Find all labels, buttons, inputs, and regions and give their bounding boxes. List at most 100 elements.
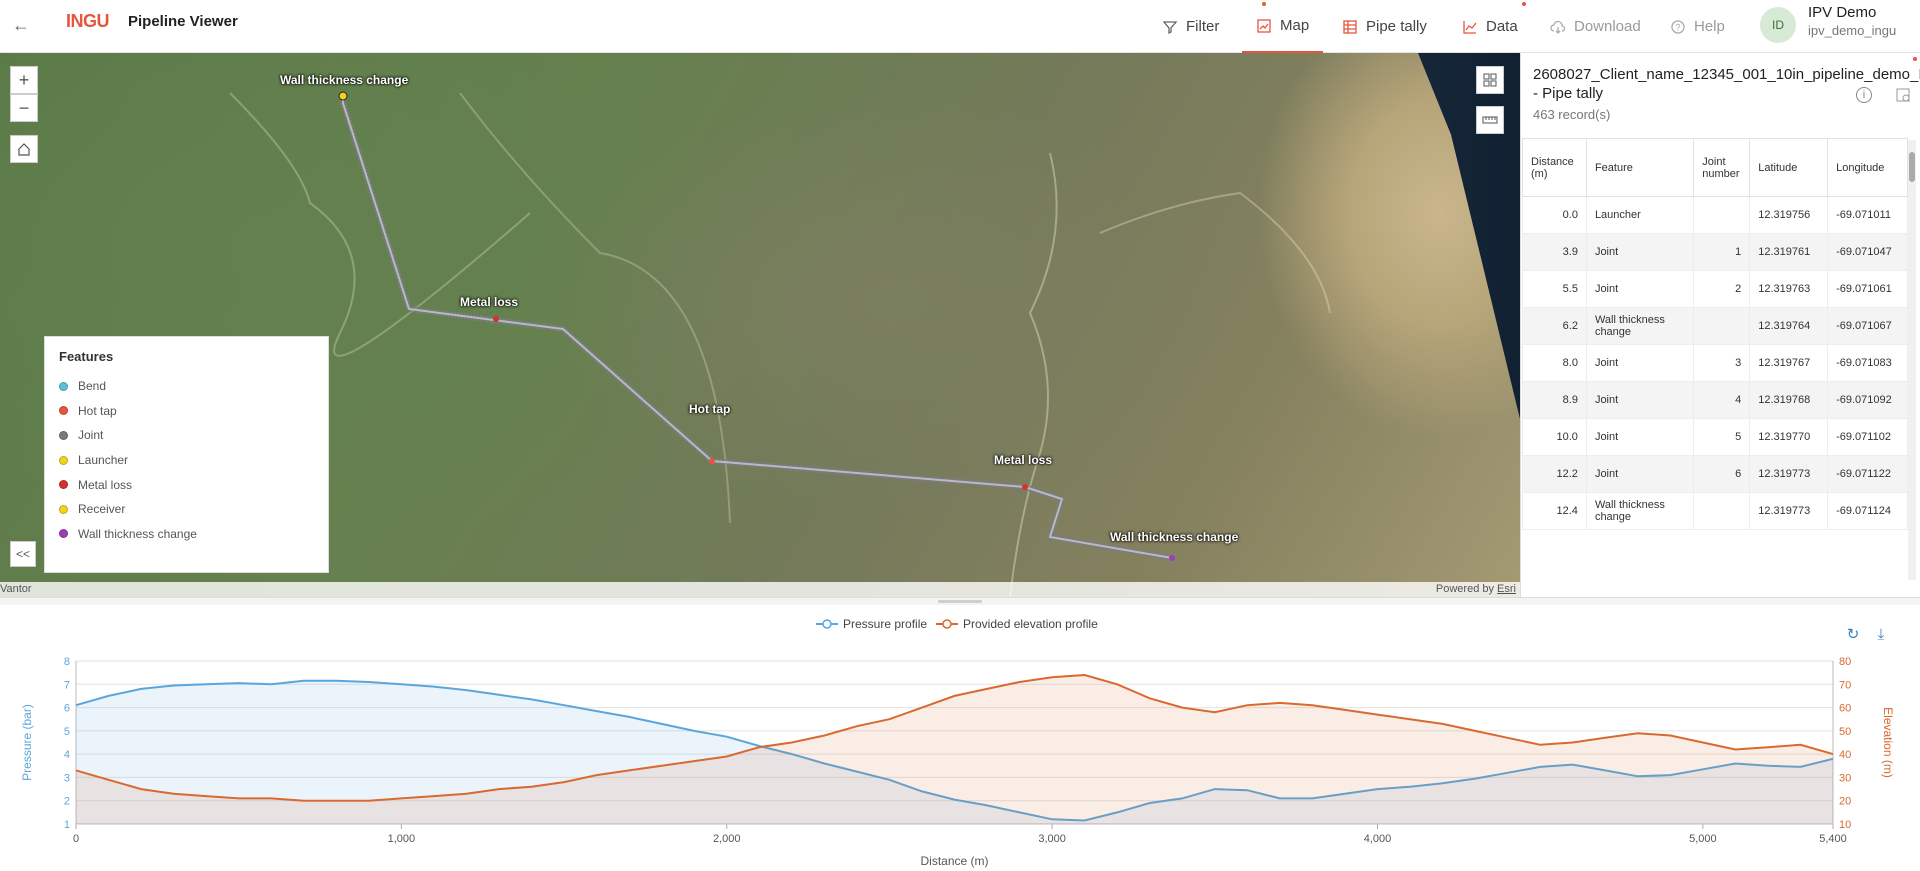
receiver-swatch [59, 504, 68, 514]
x-tick: 2,000 [713, 833, 741, 845]
nav-map[interactable]: Map [1242, 0, 1324, 53]
cell-feature: Joint [1585, 418, 1695, 456]
metal-loss-swatch [59, 480, 68, 490]
pipe-tally-table: Distance (m) Feature Joint number Latitu… [1522, 138, 1908, 530]
map-label-wall-thickness-start: Wall thickness change [280, 73, 409, 87]
cell-distance: 12.4 [1522, 492, 1587, 530]
profile-chart: 1 2 3 4 5 6 7 8 10 20 30 40 50 60 70 80 0 1,000 2,000 3,000… [20, 656, 1895, 868]
cell-distance: 8.0 [1522, 344, 1587, 382]
user-name[interactable]: IPV Demo [1808, 4, 1876, 21]
nav-help-label: Help [1694, 18, 1725, 35]
home-icon [18, 143, 30, 156]
nav-pipe-tally[interactable]: Pipe tally [1342, 0, 1427, 53]
cell-longitude: -69.071092 [1827, 381, 1908, 419]
panel-title: 2608027_Client_name_12345_001_10in_pipel… [1533, 66, 1920, 102]
zoom-in-button[interactable]: + [10, 66, 38, 94]
col-joint-number[interactable]: Joint number [1693, 138, 1751, 197]
wall-thickness-marker[interactable] [1169, 555, 1175, 561]
measure-button[interactable] [1476, 106, 1504, 134]
table-row[interactable]: 8.9 Joint 4 12.319768 -69.071092 [1522, 381, 1908, 419]
table-scroll-thumb[interactable] [1909, 152, 1915, 182]
legend-label: Bend [78, 379, 107, 394]
y-right-tick: 30 [1839, 772, 1851, 784]
filter-icon [1162, 20, 1178, 34]
hot-tap-swatch [59, 406, 68, 416]
table-settings-icon[interactable] [1895, 87, 1911, 103]
cell-longitude: -69.071102 [1827, 418, 1908, 456]
nav-download-label: Download [1574, 18, 1641, 35]
cell-joint: 5 [1693, 418, 1751, 456]
table-row[interactable]: 6.2 Wall thickness change 12.319764 -69.071… [1522, 307, 1908, 345]
x-tick: 4,000 [1364, 833, 1392, 845]
splitter-grip[interactable] [938, 600, 982, 603]
x-tick: 0 [73, 833, 79, 845]
notification-dot [1913, 57, 1917, 61]
cell-feature: Joint [1585, 344, 1695, 382]
legend-item-metal-loss: Metal loss [59, 472, 314, 497]
top-bar: ← INGU Pipeline Viewer Filter Map Pipe t… [0, 0, 1920, 53]
cell-latitude: 12.319756 [1749, 196, 1829, 234]
col-distance[interactable]: Distance (m) [1522, 138, 1587, 197]
y-left-axis-label: Pressure (bar) [20, 704, 34, 781]
nav-download[interactable]: Download [1550, 0, 1641, 53]
y-left-tick: 1 [64, 819, 70, 831]
legend-item-receiver: Receiver [59, 497, 314, 522]
cell-latitude: 12.319768 [1749, 381, 1829, 419]
record-count: 463 record(s) [1533, 107, 1611, 122]
y-left-tick: 5 [64, 726, 70, 738]
joint-swatch [59, 430, 68, 440]
metal-loss-marker[interactable] [493, 316, 499, 322]
y-right-tick: 70 [1839, 679, 1851, 691]
back-arrow-icon[interactable]: ← [8, 12, 34, 38]
table-row[interactable]: 8.0 Joint 3 12.319767 -69.071083 [1522, 344, 1908, 382]
cell-longitude: -69.071047 [1827, 233, 1908, 271]
cell-latitude: 12.319767 [1749, 344, 1829, 382]
table-row[interactable]: 5.5 Joint 2 12.319763 -69.071061 [1522, 270, 1908, 308]
zoom-out-button[interactable]: − [10, 94, 38, 122]
home-button[interactable] [10, 135, 38, 163]
attribution-powered: Powered by Esri [1436, 582, 1516, 597]
nav-help[interactable]: ? Help [1670, 0, 1725, 53]
table-row[interactable]: 10.0 Joint 5 12.319770 -69.071102 [1522, 418, 1908, 456]
launcher-marker[interactable] [338, 91, 348, 101]
avatar[interactable]: ID [1760, 7, 1796, 43]
y-left-tick: 2 [64, 796, 70, 808]
table-icon [1343, 19, 1357, 34]
cell-longitude: -69.071011 [1827, 196, 1908, 234]
cell-latitude: 12.319773 [1749, 492, 1829, 530]
cell-distance: 8.9 [1522, 381, 1587, 419]
table-row[interactable]: 3.9 Joint 1 12.319761 -69.071047 [1522, 233, 1908, 271]
cell-feature: Joint [1585, 270, 1695, 308]
col-latitude[interactable]: Latitude [1749, 138, 1829, 197]
cell-feature: Wall thickness change [1585, 307, 1695, 345]
basemap-gallery-button[interactable] [1476, 66, 1504, 94]
nav-filter[interactable]: Filter [1162, 0, 1219, 53]
esri-link[interactable]: Esri [1497, 583, 1516, 595]
nav-data[interactable]: Data [1462, 0, 1518, 53]
brand-logo[interactable]: INGU [66, 11, 110, 32]
x-tick: 5,400 [1819, 833, 1847, 845]
y-left-tick: 7 [64, 679, 70, 691]
info-icon[interactable]: i [1856, 87, 1872, 103]
cell-latitude: 12.319763 [1749, 270, 1829, 308]
map-label-hot-tap: Hot tap [689, 402, 731, 416]
col-feature[interactable]: Feature [1585, 138, 1695, 197]
metal-loss-marker[interactable] [1022, 484, 1028, 490]
collapse-legend-button[interactable]: << [10, 541, 36, 567]
legend-item-joint: Joint [59, 423, 314, 448]
hot-tap-marker[interactable] [709, 458, 715, 464]
legend-title: Features [59, 349, 114, 364]
cell-feature: Joint [1585, 381, 1695, 419]
help-icon: ? [1671, 19, 1685, 34]
legend-item-bend: Bend [59, 374, 314, 399]
table-row[interactable]: 12.2 Joint 6 12.319773 -69.071122 [1522, 455, 1908, 493]
notification-dot [1262, 2, 1266, 6]
cell-joint: 6 [1693, 455, 1751, 493]
table-row[interactable]: 12.4 Wall thickness change 12.319773 -69.07… [1522, 492, 1908, 530]
legend-item-wall-thickness: Wall thickness change [59, 522, 314, 547]
grid-icon [1483, 73, 1497, 87]
table-row[interactable]: 0.0 Launcher 12.319756 -69.071011 [1522, 196, 1908, 234]
table-scrollbar[interactable] [1908, 140, 1916, 580]
col-longitude[interactable]: Longitude [1827, 138, 1908, 197]
legend-label: Hot tap [78, 403, 117, 418]
